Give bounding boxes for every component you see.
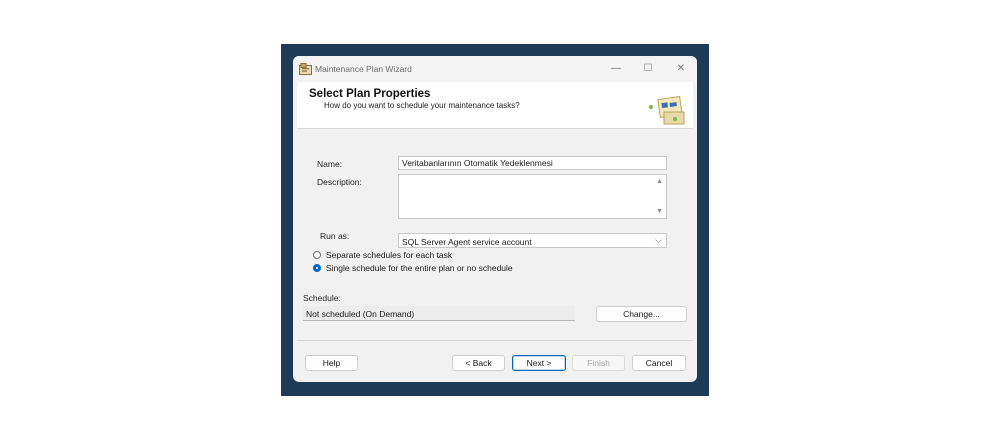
scroll-up-icon[interactable]: ▲ [656,178,663,185]
radio-separate-label: Separate schedules for each task [326,250,453,260]
run-as-select[interactable]: SQL Server Agent service account ⌵ [398,233,667,248]
help-button[interactable]: Help [305,355,358,371]
close-icon[interactable]: ✕ [674,62,688,76]
window-title: Maintenance Plan Wizard [315,64,412,74]
chevron-down-icon: ⌵ [655,235,662,245]
footer-divider [297,340,693,341]
minimize-icon[interactable]: — [609,62,623,76]
title-bar[interactable]: Maintenance Plan Wizard — ☐ ✕ [293,56,697,82]
run-as-value: SQL Server Agent service account [402,237,532,247]
scroll-down-icon[interactable]: ▼ [656,208,663,215]
wizard-illustration [649,95,685,125]
maximize-icon[interactable]: ☐ [641,62,655,76]
page-title: Select Plan Properties [309,88,431,100]
change-schedule-button[interactable]: Change... [596,306,687,322]
radio-single-label: Single schedule for the entire plan or n… [326,263,513,273]
finish-button: Finish [572,355,625,371]
next-button[interactable]: Next > [512,355,566,371]
radio-single-schedule[interactable]: Single schedule for the entire plan or n… [313,263,513,273]
run-as-label: Run as: [320,231,350,241]
schedule-value: Not scheduled (On Demand) [306,309,415,319]
radio-button-single[interactable] [313,264,321,272]
cancel-button[interactable]: Cancel [632,355,686,371]
name-label: Name: [317,159,343,169]
maintenance-plan-wizard-window: Maintenance Plan Wizard — ☐ ✕ Select Pla… [293,56,697,382]
wizard-header: Select Plan Properties How do you want t… [297,82,693,129]
description-label: Description: [317,177,362,187]
schedule-display: Not scheduled (On Demand) [303,306,575,321]
radio-button-separate[interactable] [313,251,321,259]
app-icon [299,63,312,75]
name-field[interactable]: Veritabanlarının Otomatik Yedeklenmesi [398,156,667,170]
schedule-label: Schedule: [303,293,341,303]
radio-separate-schedules[interactable]: Separate schedules for each task [313,250,452,260]
description-field[interactable]: ▲ ▼ [398,174,667,219]
page-subtitle: How do you want to schedule your mainten… [324,101,520,110]
back-button[interactable]: < Back [452,355,505,371]
